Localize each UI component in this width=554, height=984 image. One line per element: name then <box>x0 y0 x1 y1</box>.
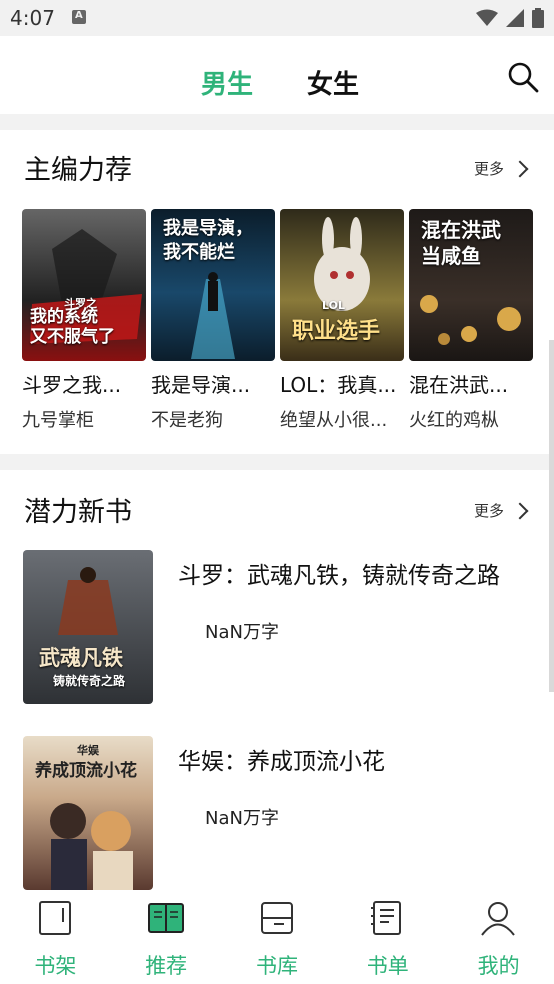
top-header: 男生 女生 <box>0 36 554 114</box>
cover-title-text: 职业选手 <box>292 319 381 344</box>
book-card[interactable]: 斗罗之 我的系统 又不服气了 斗罗之我... 九号掌柜 <box>22 209 146 432</box>
book-title: LOL：我真... <box>280 373 397 397</box>
nav-item-recommend[interactable]: 推荐 <box>111 890 222 984</box>
book-author: 九号掌柜 <box>22 410 94 431</box>
cover-title-text: 武魂凡铁 <box>39 646 123 670</box>
cover-title-text: 我的系统 又不服气了 <box>30 307 115 347</box>
bottom-nav: 书架 推荐 书库 书单 我的 <box>0 890 554 984</box>
list-item[interactable]: 武魂凡铁 铸就传奇之路 斗罗：武魂凡铁，铸就传奇之路 NaN万字 <box>23 550 531 704</box>
booklist-icon <box>371 901 402 935</box>
new-books-section: 潜力新书 更多 武魂凡铁 铸就传奇之路 斗罗：武魂凡铁，铸就传奇之路 NaN万字… <box>0 470 554 890</box>
nav-label: 我的 <box>477 954 520 978</box>
scrollbar[interactable] <box>549 340 554 692</box>
cover-title-text: 我是导演， 我不能烂 <box>163 218 253 263</box>
book-word-count: NaN万字 <box>205 808 279 829</box>
chevron-right-icon <box>511 160 529 177</box>
search-icon[interactable] <box>506 60 540 94</box>
tab-male[interactable]: 男生 <box>201 64 253 101</box>
nav-label: 书库 <box>255 954 298 978</box>
battery-icon <box>532 8 544 28</box>
book-card[interactable]: 我是导演， 我不能烂 我是导演... 不是老狗 <box>151 209 275 432</box>
status-icons <box>476 8 544 28</box>
more-button[interactable]: 更多 <box>473 500 529 521</box>
library-icon <box>260 902 293 934</box>
book-title: 斗罗：武魂凡铁，铸就传奇之路 <box>178 563 500 589</box>
book-card[interactable]: 混在洪武 当咸鱼 混在洪武... 火红的鸡枞 <box>409 209 533 432</box>
book-title: 华娱：养成顶流小花 <box>178 749 385 775</box>
book-author: 不是老狗 <box>151 410 223 431</box>
nav-item-bookshelf[interactable]: 书架 <box>0 890 111 984</box>
cover-sub-text: 铸就传奇之路 <box>53 674 126 688</box>
more-label: 更多 <box>473 502 504 520</box>
book-open-icon <box>147 903 184 933</box>
nav-item-booklist[interactable]: 书单 <box>332 890 443 984</box>
profile-icon <box>481 902 515 936</box>
book-cover: 华娱 养成顶流小花 <box>23 736 153 890</box>
status-bar: 4:07 <box>0 0 554 36</box>
signal-icon <box>506 9 524 27</box>
nav-item-library[interactable]: 书库 <box>222 890 333 984</box>
book-cover: 武魂凡铁 铸就传奇之路 <box>23 550 153 704</box>
wifi-icon <box>476 9 498 26</box>
cover-top-text: LOL <box>322 299 345 312</box>
book-cover: LOL 职业选手 <box>280 209 404 361</box>
nav-label: 书单 <box>366 954 409 978</box>
book-title: 我是导演... <box>151 373 251 397</box>
cover-title-text: 养成顶流小花 <box>35 761 137 781</box>
book-card[interactable]: LOL 职业选手 LOL：我真... 绝望从小很... <box>280 209 404 432</box>
tab-female[interactable]: 女生 <box>307 64 359 101</box>
chevron-right-icon <box>511 502 529 519</box>
status-time: 4:07 <box>10 6 55 30</box>
notification-a-icon <box>72 10 86 24</box>
book-cover: 斗罗之 我的系统 又不服气了 <box>22 209 146 361</box>
book-cover: 混在洪武 当咸鱼 <box>409 209 533 361</box>
bookshelf-icon <box>39 901 71 935</box>
list-item[interactable]: 华娱 养成顶流小花 华娱：养成顶流小花 NaN万字 <box>23 736 531 890</box>
book-title: 斗罗之我... <box>22 373 122 397</box>
book-author: 绝望从小很... <box>280 410 388 431</box>
book-author: 火红的鸡枞 <box>409 410 499 431</box>
section-title: 主编力荐 <box>24 155 132 186</box>
book-word-count: NaN万字 <box>205 622 279 643</box>
more-label: 更多 <box>473 160 504 178</box>
book-cover: 我是导演， 我不能烂 <box>151 209 275 361</box>
more-button[interactable]: 更多 <box>473 158 529 179</box>
nav-item-profile[interactable]: 我的 <box>443 890 554 984</box>
recommend-section: 主编力荐 更多 斗罗之 我的系统 又不服气了 斗罗之我... 九号掌柜 我是导演… <box>0 130 554 454</box>
book-title: 混在洪武... <box>409 373 509 397</box>
nav-label: 推荐 <box>145 954 188 978</box>
nav-label: 书架 <box>34 954 77 978</box>
cover-title-text: 混在洪武 当咸鱼 <box>421 218 501 268</box>
section-title: 潜力新书 <box>24 497 132 528</box>
